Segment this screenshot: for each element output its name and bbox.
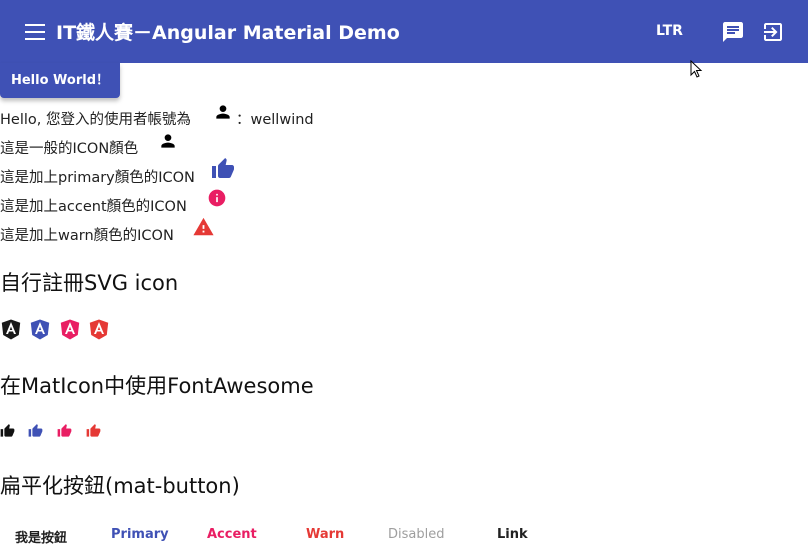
normal-icon-color-text: 這是一般的ICON顏色 — [0, 141, 139, 157]
flat-button-section-title: 扁平化按鈕(mat-button) — [0, 474, 240, 498]
ltr-toggle-button[interactable]: LTR — [656, 23, 683, 39]
username-text: ：wellwind — [236, 112, 314, 128]
angular-logo-icon — [89, 319, 109, 340]
basic-flat-button[interactable]: 我是按鈕 — [15, 527, 67, 546]
accent-flat-button[interactable]: Accent — [207, 527, 257, 542]
menu-icon[interactable] — [25, 24, 45, 40]
angular-logo-icon — [60, 319, 80, 340]
hello-world-button[interactable]: Hello World！ — [0, 63, 120, 98]
app-toolbar: IT鐵人賽－Angular Material Demo LTR — [0, 0, 808, 63]
svg-icon-section-title: 自行註冊SVG icon — [0, 271, 179, 295]
person-icon — [161, 134, 175, 148]
thumb-up-icon — [212, 158, 234, 178]
primary-icon-color-text: 這是加上primary顏色的ICON — [0, 170, 195, 186]
primary-flat-button[interactable]: Primary — [111, 527, 169, 542]
info-icon — [208, 189, 226, 207]
link-flat-button[interactable]: Link — [497, 527, 528, 542]
thumbs-up-icon — [57, 424, 72, 437]
thumbs-up-icon — [0, 424, 15, 437]
thumbs-up-icon — [28, 424, 43, 437]
angular-logo-icon — [30, 319, 50, 340]
warn-flat-button[interactable]: Warn — [306, 527, 344, 542]
hello-prefix-text: Hello, 您登入的使用者帳號為 — [0, 112, 191, 128]
fontawesome-section-title: 在MatIcon中使用FontAwesome — [0, 374, 314, 398]
warning-icon — [193, 217, 214, 236]
mouse-cursor-icon — [690, 60, 703, 78]
accent-icon-color-text: 這是加上accent顏色的ICON — [0, 199, 187, 215]
disabled-flat-button: Disabled — [388, 527, 445, 542]
person-icon — [216, 105, 230, 119]
chat-icon[interactable] — [721, 20, 745, 44]
warn-icon-color-text: 這是加上warn顏色的ICON — [0, 228, 174, 244]
app-title: IT鐵人賽－Angular Material Demo — [56, 22, 400, 44]
angular-logo-icon — [1, 319, 21, 340]
thumbs-up-icon — [86, 424, 101, 437]
exit-to-app-icon[interactable] — [761, 20, 785, 44]
